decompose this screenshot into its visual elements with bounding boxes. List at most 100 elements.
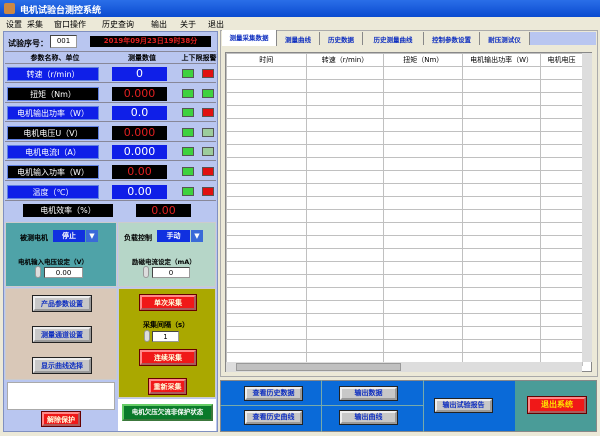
table-cell [462,170,542,184]
menu-window[interactable]: 窗口操作 [54,19,86,30]
param-row: 电机输入功率（W） 0.00 [5,162,216,181]
table-cell [226,183,307,197]
table-cell [383,248,464,262]
table-cell [540,157,583,171]
params-header: 参数名称、单位 测量数值 上下限报警 [5,51,217,64]
table-cell [540,300,583,314]
product-params-button[interactable]: 产品参数设置 [32,295,92,312]
column-header[interactable]: 电机电压 [540,53,583,67]
view-history-data-button[interactable]: 查看历史数据 [244,386,303,401]
param-name: 温度（℃） [7,184,99,199]
table-cell [540,196,583,210]
table-cell [226,261,307,275]
table-cell [462,79,542,93]
table-cell [462,118,542,132]
export-report-button[interactable]: 输出试验报告 [434,398,493,413]
interval-input[interactable]: 1 [152,331,179,342]
menu-exit[interactable]: 退出 [208,19,224,30]
table-cell [226,79,307,93]
export-curve-button[interactable]: 输出曲线 [339,410,398,425]
table-cell [226,235,307,249]
curve-select-button[interactable]: 显示曲线选择 [32,357,92,374]
lower-limit-led-icon [182,186,194,196]
param-row: 扭矩（Nm） 0.000 [5,84,216,103]
datetime-display: 2019年09月23日19时38分 [90,36,211,47]
column-header[interactable]: 时间 [226,53,307,67]
table-cell [226,209,307,223]
table-cell [226,196,307,210]
table-cell [226,144,307,158]
table-cell [540,339,583,353]
vertical-scrollbar[interactable] [582,53,592,362]
param-value: 0.000 [112,86,167,101]
table-cell [383,66,464,80]
chevron-down-icon[interactable]: ▼ [191,230,203,242]
tab-3[interactable]: 历史测量曲线 [363,32,424,45]
menu-acquire[interactable]: 采集 [27,19,43,30]
horizontal-scrollbar[interactable] [226,362,582,372]
exit-system-button[interactable]: 退出系统 [527,396,587,414]
table-cell [305,144,385,158]
table-cell [462,248,542,262]
protection-status-indicator: 电机欠压欠流非保护状态 [122,404,213,421]
column-header[interactable]: 转速（r/min） [305,53,385,67]
table-cell [305,313,385,327]
current-spinner[interactable] [143,266,149,278]
table-cell [540,131,583,145]
motor-select[interactable]: 停止 [53,230,85,242]
efficiency-label: 电机效率（%） [23,204,113,217]
table-cell [305,183,385,197]
table-row [226,118,583,132]
tab-4[interactable]: 控制参数设置 [424,32,480,45]
upper-limit-led-icon [202,69,214,78]
tab-5[interactable]: 耐压测试仪 [480,32,530,45]
tab-1[interactable]: 测量曲线 [277,32,320,45]
lower-limit-led-icon [182,88,194,98]
table-cell [540,313,583,327]
table-row [226,131,583,145]
voltage-input[interactable]: 0.00 [44,267,83,278]
restart-acquire-button[interactable]: 重新采集 [148,378,187,395]
test-number-input[interactable]: 001 [50,35,77,48]
column-header[interactable]: 电机输出功率（W） [462,53,542,67]
single-acquire-button[interactable]: 单次采集 [139,294,197,311]
table-cell [226,274,307,288]
channel-settings-button[interactable]: 测量通道设置 [32,326,92,343]
upper-limit-led-icon [202,186,214,196]
continuous-acquire-button[interactable]: 连续采集 [139,349,197,366]
menu-about[interactable]: 关于 [180,19,196,30]
interval-spinner[interactable] [144,330,150,342]
tab-2[interactable]: 历史数据 [320,32,363,45]
table-cell [462,66,542,80]
chevron-down-icon[interactable]: ▼ [86,230,98,242]
scroll-thumb[interactable] [236,363,401,371]
menu-history[interactable]: 历史查询 [102,19,134,30]
table-cell [383,92,464,106]
param-value: 0 [112,67,167,81]
param-name: 转速（r/min） [7,67,99,81]
load-select[interactable]: 手动 [157,230,190,242]
table-row [226,287,583,301]
table-cell [383,196,464,210]
column-header[interactable]: 扭矩（Nm） [383,53,464,67]
motor-label: 被测电机 [20,234,48,242]
table-cell [462,196,542,210]
table-cell [305,300,385,314]
current-input[interactable]: 0 [152,267,190,278]
lower-limit-led-icon [182,167,194,176]
release-protection-button[interactable]: 解除保护 [41,411,81,427]
table-cell [226,131,307,145]
table-cell [226,248,307,262]
export-data-button[interactable]: 输出数据 [339,386,398,401]
menu-output[interactable]: 输出 [151,19,167,30]
view-history-curve-button[interactable]: 查看历史曲线 [244,410,303,425]
table-row [226,183,583,197]
table-cell [540,170,583,184]
menu-settings[interactable]: 设置 [6,19,22,30]
voltage-spinner[interactable] [35,266,41,278]
table-cell [540,235,583,249]
table-row [226,66,583,80]
tab-0[interactable]: 测量采集数据 [222,30,277,46]
param-value: 0.00 [112,184,167,199]
menu-bar: 设置 采集 窗口操作 历史查询 输出 关于 退出 [0,17,600,30]
